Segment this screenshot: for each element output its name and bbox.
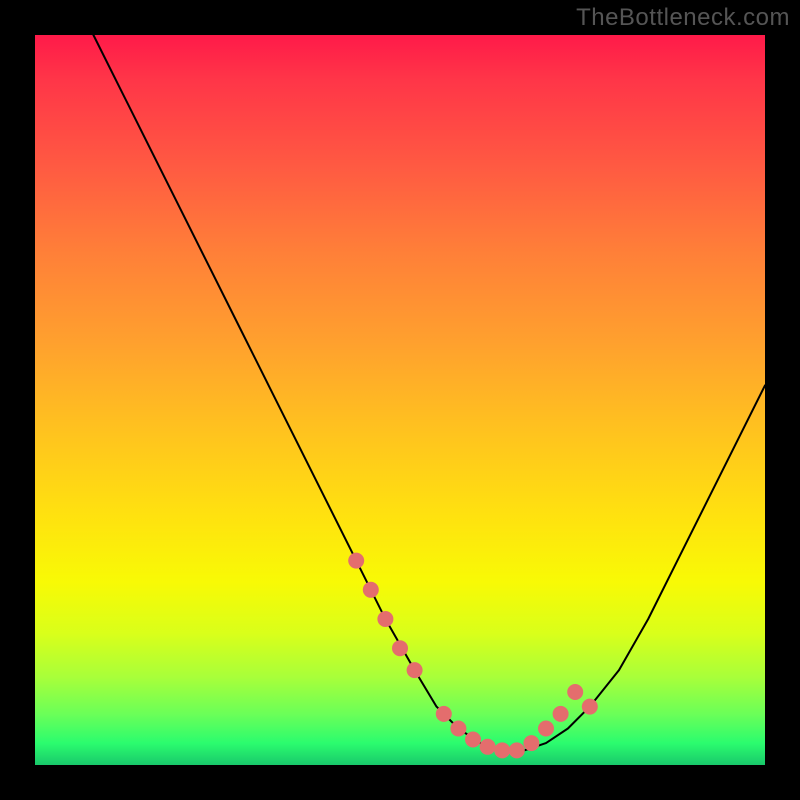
highlight-point — [509, 742, 525, 758]
highlight-point — [523, 735, 539, 751]
highlight-point — [480, 739, 496, 755]
highlight-point — [553, 706, 569, 722]
bottleneck-curve — [93, 35, 765, 750]
highlight-point — [538, 721, 554, 737]
highlight-point — [582, 699, 598, 715]
highlight-point — [450, 721, 466, 737]
highlight-point — [407, 662, 423, 678]
highlight-point — [465, 732, 481, 748]
highlight-point — [494, 742, 510, 758]
highlight-point — [392, 640, 408, 656]
watermark-text: TheBottleneck.com — [576, 4, 790, 32]
highlight-point — [377, 611, 393, 627]
highlight-point — [348, 553, 364, 569]
highlight-point — [436, 706, 452, 722]
highlight-point — [567, 684, 583, 700]
plot-svg — [35, 35, 765, 765]
gradient-plot-area — [35, 35, 765, 765]
highlight-point — [363, 582, 379, 598]
chart-frame: TheBottleneck.com — [0, 0, 800, 800]
highlight-points-group — [348, 553, 598, 759]
